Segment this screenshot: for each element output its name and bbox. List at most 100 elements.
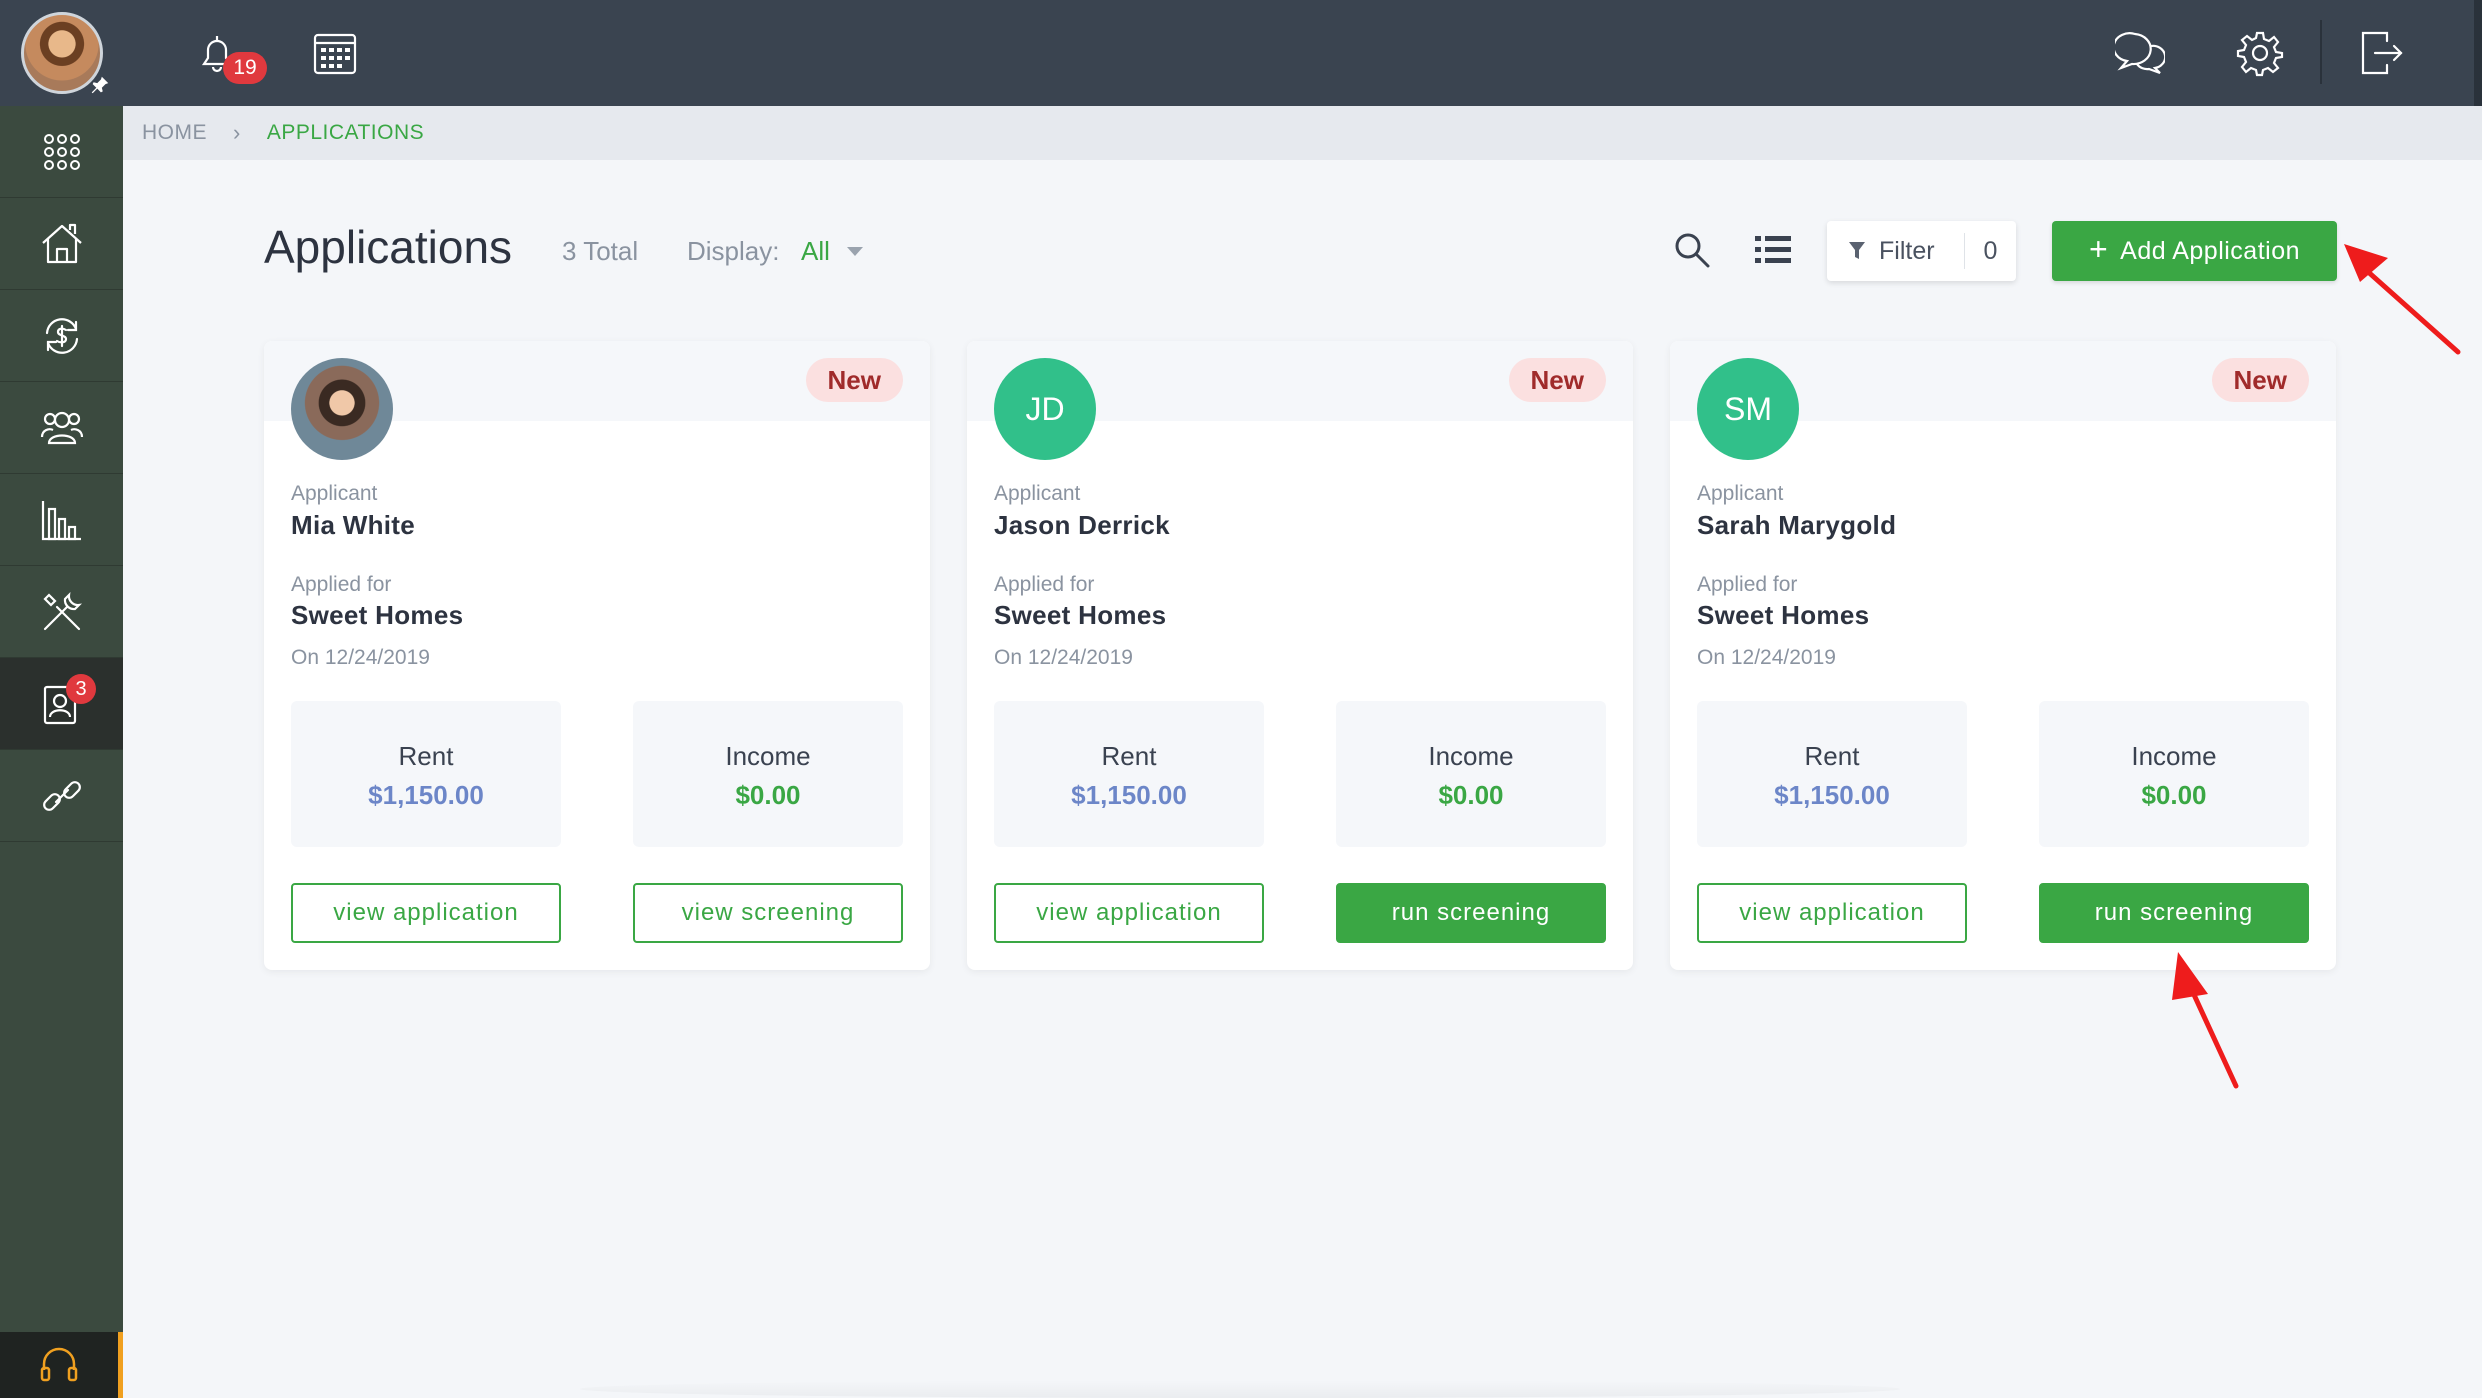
run-screening-button[interactable]: run screening: [1336, 883, 1606, 943]
calendar-button[interactable]: [307, 25, 363, 81]
sidebar: 3: [0, 0, 123, 1398]
applicant-name: Sarah Marygold: [1697, 510, 1897, 540]
chat-icon: [2115, 32, 2165, 75]
headset-icon: [40, 1347, 78, 1382]
sidebar-item-apps[interactable]: [0, 106, 123, 198]
rent-box: Rent $1,150.00: [994, 701, 1264, 847]
income-box: Income $0.00: [633, 701, 903, 847]
rent-label: Rent: [398, 741, 454, 771]
status-badge: New: [805, 358, 903, 402]
filter-label: Filter: [1879, 236, 1935, 265]
funnel-icon: [1849, 242, 1865, 259]
applicant-label: Applicant: [291, 482, 378, 505]
link-icon: [42, 780, 81, 811]
notification-badge: 19: [223, 52, 267, 84]
property-name: Sweet Homes: [291, 600, 464, 630]
list-view-icon[interactable]: [1753, 230, 1793, 270]
applicant-photo: [291, 358, 393, 460]
sidebar-item-maintenance[interactable]: [0, 566, 123, 658]
gear-icon: [2236, 31, 2284, 77]
topbar: 19: [123, 0, 2482, 106]
breadcrumb: HOME › APPLICATIONS: [123, 106, 2482, 160]
footer-shadow: [580, 1380, 1900, 1398]
sidebar-item-accounting[interactable]: [0, 290, 123, 382]
view-screening-button[interactable]: view screening: [633, 883, 903, 943]
rent-label: Rent: [1804, 741, 1860, 771]
logout-button[interactable]: [2353, 25, 2409, 81]
logout-icon: [2361, 31, 2403, 75]
applicant-label: Applicant: [994, 482, 1081, 505]
income-box: Income $0.00: [1336, 701, 1606, 847]
chevron-right-icon: ›: [233, 120, 241, 145]
property-name: Sweet Homes: [994, 600, 1167, 630]
applicant-name: Jason Derrick: [994, 510, 1170, 540]
rent-value: $1,150.00: [368, 780, 484, 810]
property-name: Sweet Homes: [1697, 600, 1870, 630]
settings-button[interactable]: [2232, 25, 2288, 81]
tools-icon: [42, 591, 82, 630]
calendar-icon: [313, 33, 357, 75]
status-badge: New: [2211, 358, 2309, 402]
page-title: Applications: [264, 221, 513, 273]
view-application-button[interactable]: view application: [291, 883, 561, 943]
income-value: $0.00: [2141, 780, 2207, 810]
view-application-button[interactable]: view application: [1697, 883, 1967, 943]
breadcrumb-current: APPLICATIONS: [266, 121, 425, 144]
bar-chart-icon: [41, 500, 81, 540]
pin-icon[interactable]: [89, 74, 111, 96]
chat-button[interactable]: [2112, 25, 2168, 81]
income-label: Income: [1428, 741, 1514, 771]
plus-icon: +: [2088, 231, 2109, 267]
applied-for-label: Applied for: [291, 573, 392, 596]
status-badge: New: [1508, 358, 1606, 402]
rent-label: Rent: [1101, 741, 1157, 771]
rent-box: Rent $1,150.00: [291, 701, 561, 847]
add-application-label: Add Application: [2120, 236, 2301, 265]
filter-button[interactable]: Filter 0: [1827, 221, 2016, 281]
applicant-initials-avatar: JD: [994, 358, 1096, 460]
display-dropdown[interactable]: All: [801, 236, 830, 267]
rent-value: $1,150.00: [1774, 780, 1890, 810]
display-label: Display:: [687, 236, 780, 266]
total-count: 3 Total: [562, 236, 639, 266]
annotation-arrow-icon: [2344, 244, 2461, 355]
applied-date: On 12/24/2019: [1697, 646, 1836, 669]
user-avatar-area[interactable]: [0, 0, 123, 106]
add-application-button[interactable]: + Add Application: [2052, 221, 2337, 281]
search-icon[interactable]: [1672, 230, 1712, 270]
applied-for-label: Applied for: [994, 573, 1095, 596]
sidebar-item-reports[interactable]: [0, 474, 123, 566]
support-button[interactable]: [0, 1332, 123, 1398]
application-card: SM New Applicant Sarah Marygold Applied …: [1670, 341, 2336, 970]
grid-dots-icon: [43, 133, 80, 170]
application-card: JD New Applicant Jason Derrick Applied f…: [967, 341, 1633, 970]
applied-for-label: Applied for: [1697, 573, 1798, 596]
applied-date: On 12/24/2019: [994, 646, 1133, 669]
sidebar-item-integrations[interactable]: [0, 750, 123, 842]
sidebar-item-properties[interactable]: [0, 198, 123, 290]
applicant-label: Applicant: [1697, 482, 1784, 505]
income-value: $0.00: [1438, 780, 1504, 810]
breadcrumb-home[interactable]: HOME: [142, 121, 207, 145]
income-label: Income: [725, 741, 811, 771]
view-application-button[interactable]: view application: [994, 883, 1264, 943]
applications-badge: 3: [66, 674, 96, 704]
sidebar-item-people[interactable]: [0, 382, 123, 474]
filter-count: 0: [1964, 233, 2016, 269]
income-box: Income $0.00: [2039, 701, 2309, 847]
income-label: Income: [2131, 741, 2217, 771]
applied-date: On 12/24/2019: [291, 646, 430, 669]
currency-exchange-icon: [45, 317, 78, 354]
users-icon: [40, 411, 83, 444]
application-card: New Applicant Mia White Applied for Swee…: [264, 341, 930, 970]
income-value: $0.00: [735, 780, 801, 810]
house-icon: [41, 223, 82, 263]
run-screening-button[interactable]: run screening: [2039, 883, 2309, 943]
applicant-name: Mia White: [291, 510, 416, 540]
chevron-down-icon[interactable]: [847, 247, 863, 256]
rent-value: $1,150.00: [1071, 780, 1187, 810]
sidebar-item-applications[interactable]: 3: [0, 658, 123, 750]
applicant-initials-avatar: SM: [1697, 358, 1799, 460]
topbar-divider: [2320, 20, 2322, 84]
annotation-arrow-icon: [2172, 952, 2239, 1089]
